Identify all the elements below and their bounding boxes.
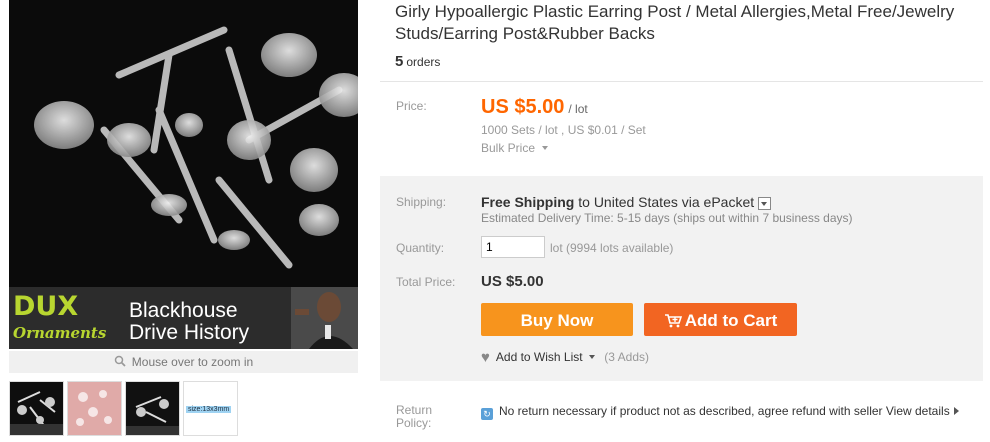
size-tag: size:13x3mm — [186, 406, 232, 413]
wish-adds: (3 Adds) — [604, 350, 649, 364]
shipping-to: to — [578, 194, 590, 210]
price-value-row: US $5.00/ lot — [481, 96, 588, 119]
add-to-cart-button[interactable]: Add to Cart — [644, 303, 797, 336]
orders-number: 5 — [395, 53, 404, 70]
zoom-hint-text: Mouse over to zoom in — [131, 355, 254, 369]
bulk-price-label: Bulk Price — [481, 141, 536, 155]
bulk-price-toggle[interactable]: Bulk Price — [481, 141, 549, 155]
thumbnail-3[interactable] — [125, 381, 180, 436]
buy-now-button[interactable]: Buy Now — [481, 303, 633, 336]
chevron-down-icon — [542, 146, 549, 150]
wish-list-label[interactable]: Add to Wish List — [496, 350, 583, 364]
price-label: Price: — [396, 99, 427, 113]
thumbnail-2[interactable] — [67, 381, 122, 436]
delivery-estimate: Estimated Delivery Time: 5-15 days (ship… — [481, 211, 853, 225]
shipping-line: Free Shipping to United States via ePack… — [481, 194, 772, 210]
divider — [380, 81, 983, 82]
shipping-destination[interactable]: United States via ePacket — [594, 194, 754, 210]
thumbnail-4[interactable]: size:13x3mm — [183, 381, 238, 436]
brand-banner: DUX Ornaments Blackhouse Drive History — [9, 287, 358, 349]
quantity-note: lot (9994 lots available) — [550, 241, 674, 255]
shipping-dropdown-icon[interactable] — [758, 196, 772, 210]
orders-count: 5 orders — [395, 53, 440, 70]
add-to-cart-label: Add to Cart — [684, 311, 778, 330]
wish-list-row[interactable]: ♥ Add to Wish List (3 Adds) — [481, 349, 649, 366]
quantity-label: Quantity: — [396, 241, 445, 255]
return-policy-text: No return necessary if product not as de… — [499, 404, 883, 418]
orders-label: orders — [406, 55, 441, 69]
price-value: US $5.00 — [481, 96, 565, 118]
product-title: Girly Hypoallergic Plastic Earring Post … — [395, 2, 955, 43]
price-unit: / lot — [568, 102, 588, 116]
banner-line-2: Drive History — [129, 321, 250, 344]
total-price-label: Total Price: — [396, 275, 456, 289]
quantity-input[interactable] — [481, 236, 545, 258]
price-detail: 1000 Sets / lot , US $0.01 / Set — [481, 123, 646, 137]
thumbnail-1[interactable] — [9, 381, 64, 436]
total-price-value: US $5.00 — [481, 273, 544, 290]
banner-line-1: Blackhouse — [129, 299, 238, 322]
chevron-down-icon — [588, 355, 595, 359]
return-policy-row: ↻ No return necessary if product not as d… — [481, 404, 959, 420]
caret-right-icon — [953, 407, 959, 415]
main-product-image[interactable]: DUX Ornaments Blackhouse Drive History — [9, 0, 358, 349]
zoom-hint-bar: Mouse over to zoom in — [9, 351, 358, 373]
heart-icon: ♥ — [481, 349, 490, 366]
banner-brand: DUX — [13, 291, 79, 322]
return-icon: ↻ — [481, 408, 493, 420]
shipping-label: Shipping: — [396, 195, 447, 209]
banner-portrait — [291, 287, 358, 349]
return-policy-label: Return Policy: — [396, 403, 433, 430]
view-details-link[interactable]: View details — [886, 404, 950, 418]
free-shipping: Free Shipping — [481, 194, 575, 210]
earring-posts-photo — [9, 0, 358, 287]
cart-icon — [664, 306, 682, 339]
magnifier-icon — [114, 352, 126, 374]
banner-brand-sub: Ornaments — [13, 324, 107, 342]
